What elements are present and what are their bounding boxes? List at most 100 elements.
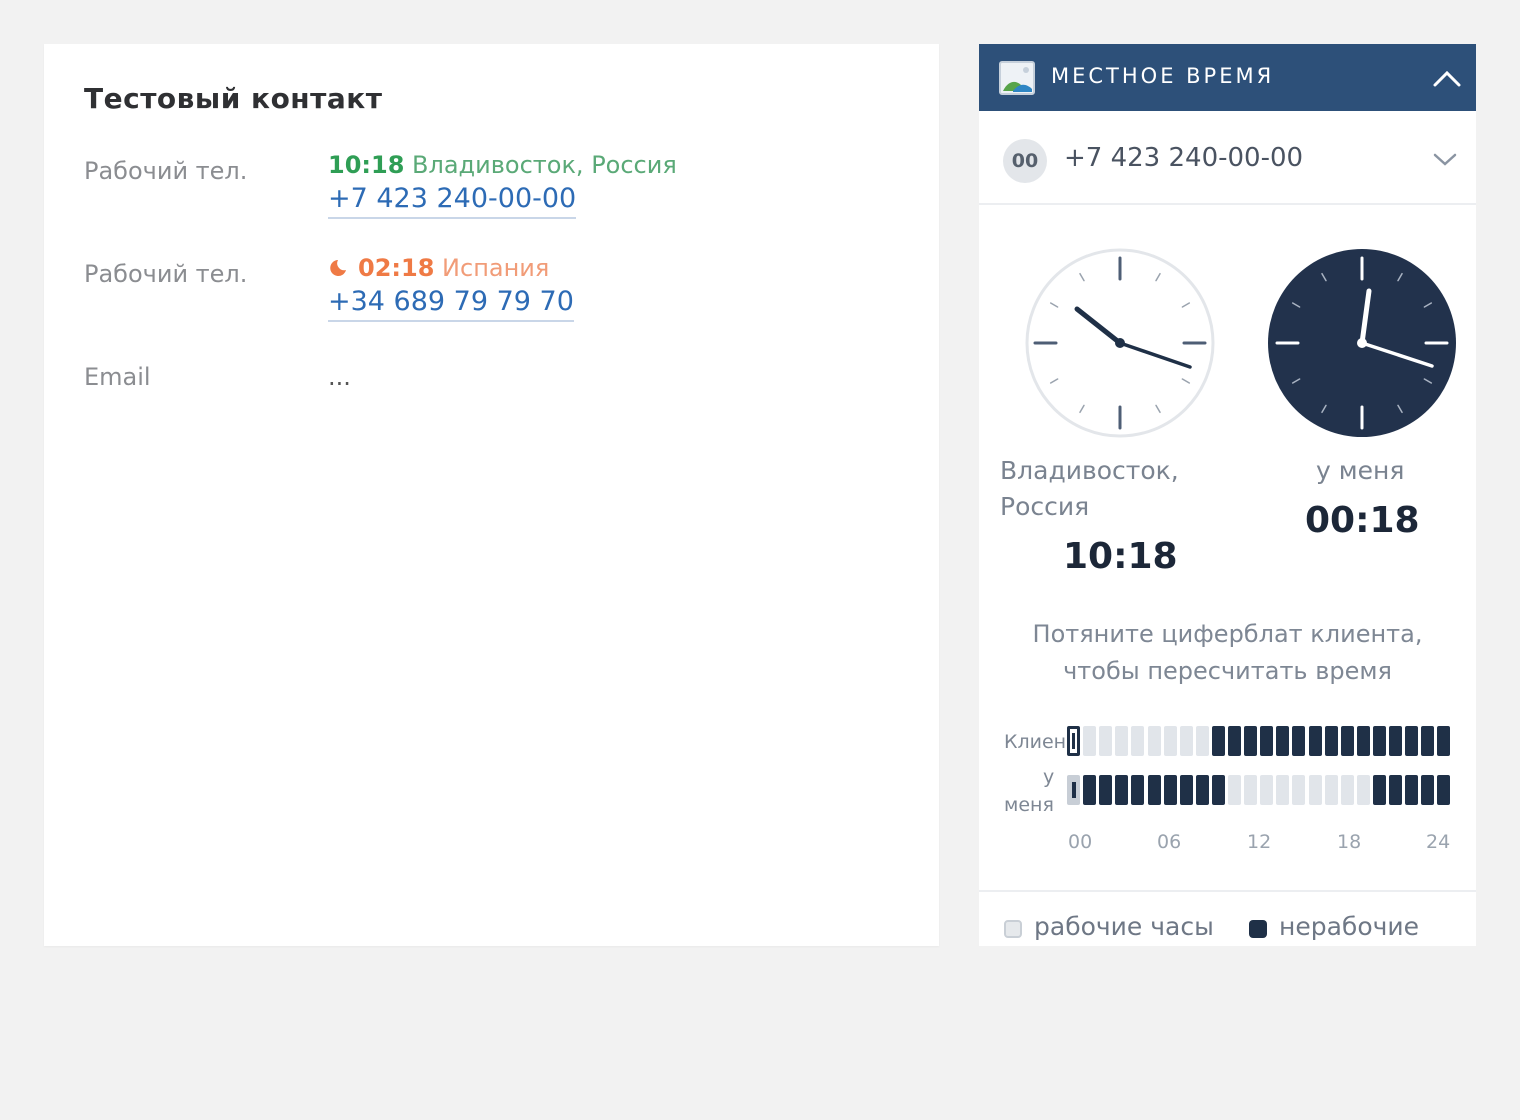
me-hour-cell [1292,775,1306,805]
client-clock-location: Владивосток, Россия [1000,453,1179,525]
client-location-line1: Владивосток, [1000,456,1179,485]
phone2-label: Рабочий тел. [84,260,248,288]
drag-hint: Потяните циферблат клиента, чтобы пересч… [979,616,1476,690]
me-hour-cell [1276,775,1290,805]
client-hour-cell [1324,726,1338,756]
my-clock-time: 00:18 [1305,500,1420,541]
client-hour-cell [1308,726,1322,756]
phone-selector[interactable]: 00 +7 423 240-00-00 [979,111,1476,205]
client-hour-cell [1131,726,1145,756]
phone-number-badge: 00 [1003,139,1047,183]
phone1-timezone: 10:18 Владивосток, Россия [328,151,677,179]
client-location-line2: Россия [1000,492,1090,521]
me-hour-cell [1179,775,1193,805]
client-hour-cell [1292,726,1306,756]
me-hour-cell [1260,775,1274,805]
phone2-location: Испания [442,254,550,282]
client-hour-cell [1356,726,1370,756]
me-hour-cell [1163,775,1177,805]
client-hour-cell [1340,726,1354,756]
selected-phone: +7 423 240-00-00 [1064,143,1304,173]
client-marker-pin [1072,733,1075,749]
legend-divider [979,890,1476,892]
me-hour-cell [1211,775,1225,805]
client-hours-label: Клиен [1004,731,1067,753]
me-hour-cell [1244,775,1258,805]
axis-label-12: 12 [1247,831,1272,853]
client-hour-cell [1099,726,1113,756]
client-hour-cell [1421,726,1435,756]
phone2-number-link[interactable]: +34 689 79 79 70 [328,286,574,323]
client-hour-cell [1228,726,1241,756]
client-clock-dial[interactable] [1024,247,1216,439]
phone1-location: Владивосток, Россия [412,151,677,179]
client-hour-cell [1372,726,1386,756]
me-hours-label-line1: у [1043,766,1055,788]
client-hour-cell [1389,726,1402,756]
local-time-panel: МЕСТНОЕ ВРЕМЯ 00 +7 423 240-00-00 Владив… [979,44,1476,946]
contact-name: Тестовый контакт [84,82,383,115]
me-hour-cell [1115,775,1129,805]
client-hour-cell [1405,726,1419,756]
client-hour-cell [1276,726,1290,756]
phone2-timezone: 02:18 Испания [328,254,574,282]
axis-label-24: 24 [1426,831,1451,853]
client-hour-cell [1437,726,1451,756]
legend-off-swatch [1249,920,1267,938]
me-hour-cell [1308,775,1322,805]
client-hour-cell [1195,726,1209,756]
drag-hint-line1: Потяните циферблат клиента, [1032,620,1423,648]
me-hour-cell [1389,775,1402,805]
client-hour-cell [1211,726,1225,756]
me-hour-cell [1437,775,1451,805]
me-hour-cell [1147,775,1161,805]
client-current-hour-marker [1067,726,1080,756]
chevron-up-icon[interactable] [1432,64,1462,94]
client-hour-cell [1083,726,1097,756]
axis-label-06: 06 [1157,831,1182,853]
client-clock-time: 10:18 [1063,536,1178,577]
image-icon [999,61,1035,95]
phone1-local-time: 10:18 [328,151,405,179]
me-hour-cell [1083,775,1097,805]
me-hour-cell [1195,775,1209,805]
moon-icon [330,260,346,276]
me-marker-pin [1072,782,1076,798]
panel-header[interactable]: МЕСТНОЕ ВРЕМЯ [979,44,1476,111]
chevron-down-icon[interactable] [1432,151,1458,169]
me-hour-cell [1356,775,1370,805]
me-hour-cell [1228,775,1241,805]
email-value[interactable]: ... [328,363,351,391]
client-hour-cell [1260,726,1274,756]
client-hour-cell [1244,726,1258,756]
me-hours-label-line2: меня [1004,794,1054,816]
legend-off-label: нерабочие [1279,912,1420,941]
client-hour-cell [1147,726,1161,756]
drag-hint-line2: чтобы пересчитать время [1063,657,1392,685]
legend-work-swatch [1004,920,1022,938]
me-hour-cell [1340,775,1354,805]
client-hour-cell [1179,726,1193,756]
my-clock-label: у меня [1316,456,1405,485]
axis-label-18: 18 [1337,831,1362,853]
me-current-hour-marker [1067,775,1080,805]
me-hour-cell [1131,775,1145,805]
me-hour-cell [1324,775,1338,805]
phone1-label: Рабочий тел. [84,157,248,185]
me-hour-cell [1405,775,1419,805]
me-hour-cell [1099,775,1113,805]
axis-label-00: 00 [1068,831,1093,853]
client-hour-cell [1163,726,1177,756]
email-label: Email [84,363,151,391]
client-hour-cell [1115,726,1129,756]
me-hour-cell [1421,775,1435,805]
contact-card: Тестовый контакт Рабочий тел. 10:18 Влад… [44,44,939,946]
phone2-value: 02:18 Испания +34 689 79 79 70 [328,254,574,323]
phone1-value: 10:18 Владивосток, Россия +7 423 240-00-… [328,151,677,220]
phone1-number-link[interactable]: +7 423 240-00-00 [328,183,577,220]
legend-work-label: рабочие часы [1034,912,1214,941]
my-clock-dial [1268,249,1456,437]
phone2-local-time: 02:18 [358,254,435,282]
panel-title: МЕСТНОЕ ВРЕМЯ [1051,64,1275,88]
me-hour-cell [1372,775,1386,805]
